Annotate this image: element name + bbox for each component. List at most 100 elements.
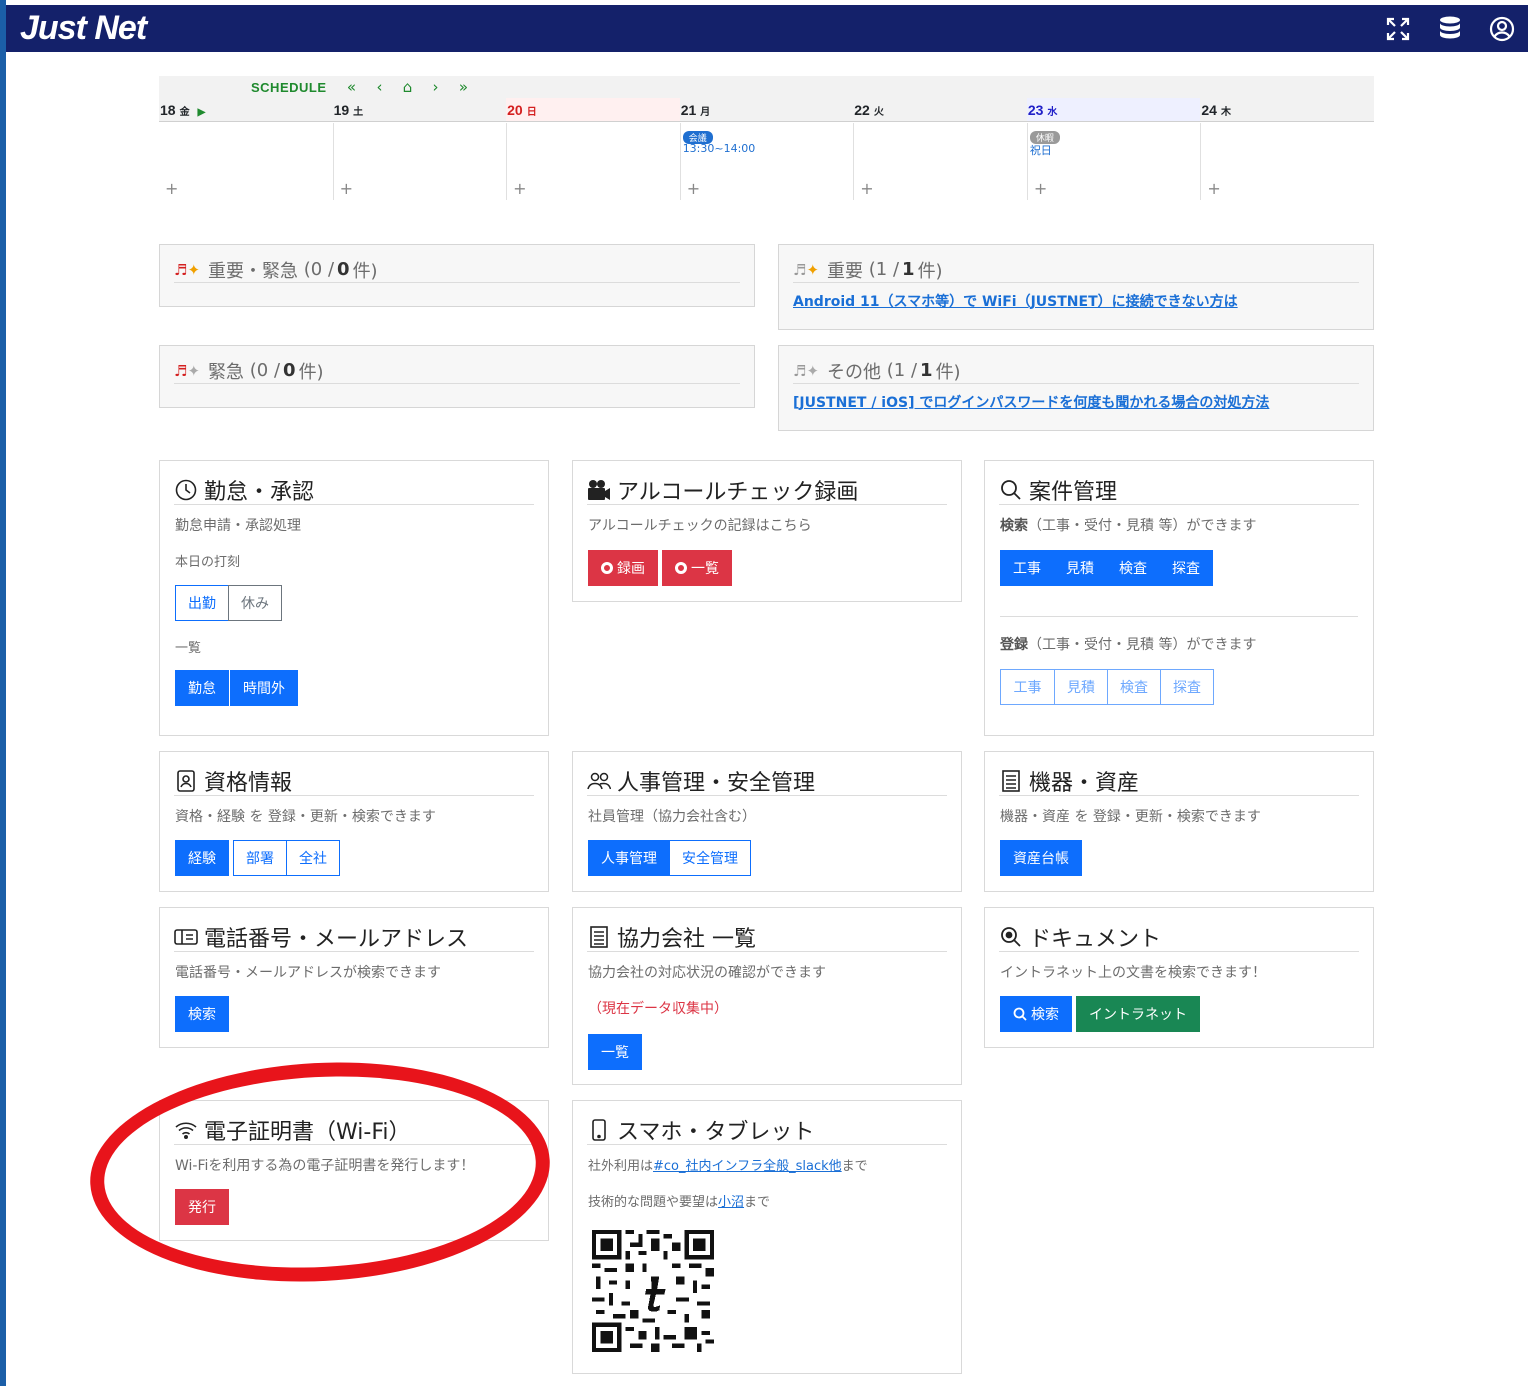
card-desc: アルコールチェックの記録はこちら — [588, 518, 812, 534]
day-column: 24 木 + — [1200, 98, 1374, 200]
first-week-button[interactable]: « — [343, 78, 361, 96]
divider — [1000, 616, 1358, 617]
today-marker-icon: ▶ — [197, 107, 206, 118]
phone-search-button[interactable]: 検索 — [175, 996, 229, 1032]
search-inspection-button[interactable]: 検査 — [1106, 550, 1160, 586]
card-equipment-assets: 機器・資産 機器・資産 を 登録・更新・検索できます 資産台帳 — [984, 751, 1374, 892]
add-event-button[interactable]: + — [687, 179, 700, 198]
card-attendance: 勤怠・承認 勤怠申請・承認処理 本日の打刻 出勤 休み 一覧 勤怠 時間外 — [159, 460, 549, 736]
add-event-button[interactable]: + — [860, 179, 873, 198]
card-title: 資格情報 — [204, 770, 293, 796]
record-icon — [601, 562, 613, 574]
hr-management-button[interactable]: 人事管理 — [588, 840, 670, 876]
register-desc: 登録（工事・受付・見積 等）ができます — [1000, 637, 1257, 653]
search-desc: 検索（工事・受付・見積 等）ができます — [1000, 518, 1257, 534]
overtime-list-button[interactable]: 時間外 — [230, 670, 298, 706]
phone-icon — [587, 1118, 611, 1142]
alcohol-list-button[interactable]: 一覧 — [662, 550, 732, 586]
search-icon — [999, 478, 1023, 502]
card-title: 電話番号・メールアドレス — [204, 926, 469, 952]
card-title: 機器・資産 — [1029, 770, 1140, 796]
day-column: 20 日 + — [506, 98, 680, 200]
notice-link-android-wifi[interactable]: Android 11（スマホ等）で WiFi（JUSTNET）に接続できない方は — [793, 291, 1238, 311]
clock-in-button[interactable]: 出勤 — [175, 585, 229, 621]
add-event-button[interactable]: + — [165, 179, 178, 198]
safety-management-button[interactable]: 安全管理 — [669, 840, 751, 876]
external-use-note: 社外利用は#co_社内インフラ全般_slack他まで — [588, 1159, 868, 1174]
list-label: 一覧 — [175, 641, 202, 656]
day-header: 21 月 — [679, 98, 854, 122]
qr-code — [592, 1230, 714, 1352]
department-button[interactable]: 部署 — [233, 840, 287, 876]
day-column: 21 月 会議 13:30~14:00 + — [679, 98, 854, 200]
company-wide-button[interactable]: 全社 — [286, 840, 340, 876]
card-project-management: 案件管理 検索（工事・受付・見積 等）ができます 工事 見積 検査 探査 登録（… — [984, 460, 1374, 736]
search-survey-button[interactable]: 探査 — [1159, 550, 1213, 586]
notice-link-ios-password[interactable]: [JUSTNET / iOS] でログインパスワードを何度も聞かれる場合の対処方… — [793, 392, 1269, 412]
home-icon[interactable]: ⌂ — [399, 78, 417, 96]
card-desc: 資格・経験 を 登録・更新・検索できます — [175, 809, 436, 825]
card-phone-email: 電話番号・メールアドレス 電話番号・メールアドレスが検索できます 検索 — [159, 907, 549, 1048]
day-header: 18 金 ▶ — [159, 98, 333, 122]
brand-logo[interactable]: Just Net — [20, 9, 147, 48]
card-title: アルコールチェック録画 — [617, 479, 859, 505]
card-title: 協力会社 一覧 — [617, 926, 756, 952]
next-week-button[interactable]: › — [427, 78, 445, 96]
data-collecting-note: （現在データ収集中） — [588, 1001, 728, 1017]
card-hr-safety: 人事管理・安全管理 社員管理（協力会社含む） 人事管理 安全管理 — [572, 751, 962, 892]
add-event-button[interactable]: + — [1207, 179, 1220, 198]
card-title: スマホ・タブレット — [617, 1119, 815, 1145]
register-survey-button[interactable]: 探査 — [1160, 669, 1214, 705]
register-estimate-button[interactable]: 見積 — [1054, 669, 1108, 705]
card-documents: ドキュメント イントラネット上の文書を検索できます！ 検索 イントラネット — [984, 907, 1374, 1048]
asset-ledger-button[interactable]: 資産台帳 — [1000, 840, 1082, 876]
card-desc: 電話番号・メールアドレスが検索できます — [175, 965, 441, 981]
notice-other: ♬✦ その他 (1 / 1 件) [JUSTNET / iOS] でログインパスワ… — [778, 345, 1374, 431]
experience-button[interactable]: 経験 — [175, 840, 229, 876]
search-estimate-button[interactable]: 見積 — [1053, 550, 1107, 586]
intranet-button[interactable]: イントラネット — [1076, 996, 1200, 1032]
day-column: 18 金 ▶ + — [159, 98, 333, 200]
search-construction-button[interactable]: 工事 — [1000, 550, 1054, 586]
left-accent-bar — [0, 0, 6, 1386]
day-off-button[interactable]: 休み — [228, 585, 282, 621]
database-icon[interactable] — [1434, 13, 1466, 45]
card-title: 人事管理・安全管理 — [617, 770, 816, 796]
slack-channel-link[interactable]: #co_社内インフラ全般_slack他 — [653, 1159, 842, 1174]
clock-icon — [174, 478, 198, 502]
document-search-button[interactable]: 検索 — [1000, 996, 1072, 1032]
add-event-button[interactable]: + — [513, 179, 526, 198]
id-badge-icon — [174, 769, 198, 793]
record-button[interactable]: 録画 — [588, 550, 658, 586]
search-document-icon — [999, 925, 1023, 949]
video-camera-icon — [587, 478, 611, 502]
schedule-widget: SCHEDULE « ‹ ⌂ › » 18 金 ▶ + 19 土 + 20 日 + 21… — [159, 76, 1374, 200]
record-icon — [675, 562, 687, 574]
event-time[interactable]: 13:30~14:00 — [683, 142, 756, 155]
user-circle-icon[interactable] — [1486, 13, 1518, 45]
last-week-button[interactable]: » — [455, 78, 473, 96]
add-event-button[interactable]: + — [340, 179, 353, 198]
contact-person-link[interactable]: 小沼 — [718, 1195, 744, 1210]
search-icon — [1013, 1007, 1027, 1021]
schedule-title: SCHEDULE — [251, 79, 327, 95]
list-document-icon — [587, 925, 611, 949]
notice-urgent: ♬✦ 緊急 (0 / 0 件) — [159, 345, 755, 408]
fullscreen-icon[interactable] — [1382, 13, 1414, 45]
card-title: 案件管理 — [1029, 479, 1118, 505]
notice-important-urgent: ♬✦ 重要・緊急 (0 / 0 件) — [159, 244, 755, 307]
partners-list-button[interactable]: 一覧 — [588, 1034, 642, 1070]
add-event-button[interactable]: + — [1034, 179, 1047, 198]
notice-sparkle-icon: ♬✦ — [174, 260, 201, 279]
card-desc: 協力会社の対応状況の確認ができます — [588, 965, 826, 981]
event-holiday[interactable]: 祝日 — [1030, 142, 1052, 158]
card-desc: 社員管理（協力会社含む） — [588, 809, 756, 825]
people-icon — [587, 769, 611, 793]
notice-sparkle-icon: ♬✦ — [174, 361, 201, 380]
day-header: 20 日 — [506, 98, 680, 122]
register-inspection-button[interactable]: 検査 — [1107, 669, 1161, 705]
register-construction-button[interactable]: 工事 — [1000, 669, 1055, 705]
attendance-list-button[interactable]: 勤怠 — [175, 670, 229, 706]
card-desc: 機器・資産 を 登録・更新・検索できます — [1000, 809, 1261, 825]
prev-week-button[interactable]: ‹ — [371, 78, 389, 96]
